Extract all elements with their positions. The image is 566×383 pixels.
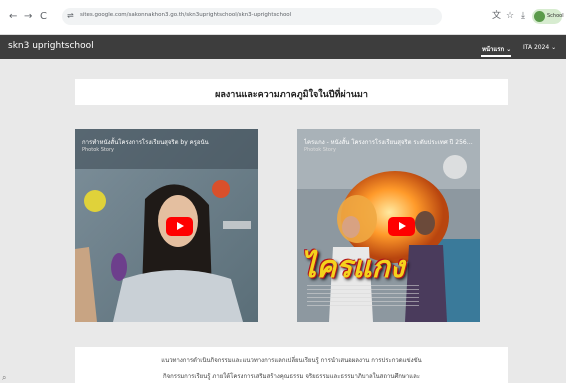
headline-card: ผลงานและความภาคภูมิใจในปีที่ผ่านมา xyxy=(75,79,508,105)
url-text[interactable]: sites.google.com/sakonnakhon3.go.th/skn3… xyxy=(80,12,291,18)
profile-icon xyxy=(534,11,545,22)
site-header: skn3 uprightschool หน้าแรก ⌄ ITA 2024 ⌄ xyxy=(0,35,566,59)
paragraph-line: แนวทางการดำเนินกิจกรรมและแนวทางการแลกเปล… xyxy=(161,357,422,364)
paragraph-line: กิจกรรมการเรียนรู้ ภายใต้โครงการเสริมสร้… xyxy=(163,373,420,380)
page-headline: ผลงานและความภาคภูมิใจในปีที่ผ่านมา xyxy=(215,90,368,100)
back-icon[interactable]: ← xyxy=(9,11,17,23)
profile-button[interactable]: School xyxy=(532,9,564,24)
tune-icon[interactable]: ⇌ xyxy=(67,11,74,20)
video-overlay-title: ไครแกง xyxy=(301,250,405,285)
nav-item-ita-2024[interactable]: ITA 2024 ⌄ xyxy=(523,44,556,51)
video-channel-2: Photok Story xyxy=(304,147,336,153)
video-channel-1: Photok Story xyxy=(82,147,114,153)
nav-active-underline xyxy=(481,55,511,57)
play-button-1[interactable] xyxy=(166,217,193,236)
address-bar[interactable]: ⇌ sites.google.com/sakonnakhon3.go.th/sk… xyxy=(62,8,442,25)
play-button-2[interactable] xyxy=(388,217,415,236)
description-card: แนวทางการดำเนินกิจกรรมและแนวทางการแลกเปล… xyxy=(75,347,508,383)
video-embed-1[interactable]: การทำหนังสั้นโครงการโรงเรียนสุจริต by คร… xyxy=(75,129,258,322)
download-icon[interactable]: ⤓ xyxy=(521,11,525,22)
video-title-1[interactable]: การทำหนังสั้นโครงการโรงเรียนสุจริต by คร… xyxy=(82,137,252,147)
translate-icon[interactable]: 文 xyxy=(492,11,501,22)
bookmark-star-icon[interactable]: ☆ xyxy=(506,11,514,22)
site-title[interactable]: skn3 uprightschool xyxy=(8,41,94,51)
reload-icon[interactable]: C xyxy=(40,11,47,23)
video-embed-2[interactable]: ไครแกง - หนังสั้น โครงการโรงเรียนสุจริต … xyxy=(297,129,480,322)
profile-label: School xyxy=(547,13,564,19)
browser-toolbar: ← → C ⇌ sites.google.com/sakonnakhon3.go… xyxy=(0,0,566,35)
forward-icon[interactable]: → xyxy=(24,11,32,23)
search-icon[interactable]: ⌕ xyxy=(2,373,6,383)
nav-item-home[interactable]: หน้าแรก ⌄ xyxy=(482,44,511,54)
video-overlay-captions xyxy=(307,285,419,309)
video-title-2[interactable]: ไครแกง - หนังสั้น โครงการโรงเรียนสุจริต … xyxy=(304,137,474,147)
